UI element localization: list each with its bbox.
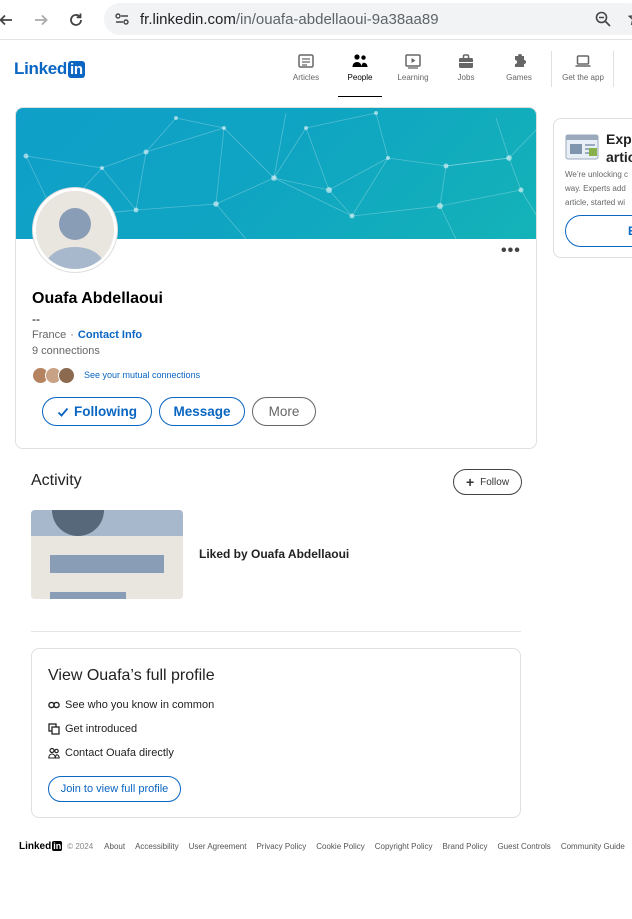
checkmark-icon — [57, 406, 69, 418]
zoom-icon[interactable] — [594, 10, 612, 33]
nav-learning[interactable]: Learning — [388, 53, 438, 89]
link-icon — [48, 699, 60, 711]
avatar[interactable] — [33, 188, 117, 272]
rail-title: Explo artic — [606, 130, 632, 166]
people-icon — [335, 53, 385, 71]
more-button[interactable]: More — [252, 397, 316, 426]
footer-link-community-guidelines[interactable]: Community Guide — [561, 842, 625, 851]
footer: Linked in © 2024 About Accessibility User… — [19, 839, 632, 853]
nav-games[interactable]: Games — [494, 53, 544, 89]
introduce-icon — [48, 723, 60, 735]
rail-description: We’re unlocking c way. Experts add artic… — [565, 168, 628, 210]
footer-link-copyright-policy[interactable]: Copyright Policy — [375, 842, 433, 851]
mutual-avatar-icon — [58, 366, 75, 384]
footer-logo-text: Linked — [19, 840, 52, 852]
rail-explore-button[interactable]: E — [565, 215, 632, 247]
following-button[interactable]: Following — [42, 397, 152, 426]
full-profile-item: Contact Ouafa directly — [48, 747, 174, 759]
nav-people-label: People — [347, 73, 373, 82]
full-profile-item-label: See who you know in common — [65, 699, 215, 711]
article-illustration-icon — [565, 134, 599, 165]
nav-jobs-label: Jobs — [457, 73, 475, 82]
following-label: Following — [74, 404, 137, 419]
nav-articles[interactable]: Articles — [281, 53, 331, 89]
forward-icon[interactable] — [29, 8, 53, 32]
explore-articles-card: Explo artic We’re unlocking c way. Exper… — [553, 118, 632, 258]
follow-button[interactable]: + Follow — [453, 469, 522, 495]
rail-title-line: artic — [606, 149, 632, 165]
activity-thumbnail[interactable] — [31, 510, 183, 599]
rail-title-line: Explo — [606, 131, 632, 147]
activity-liked-by[interactable]: Liked by Ouafa Abdellaoui — [199, 547, 349, 561]
nav-learning-label: Learning — [397, 73, 429, 82]
games-icon — [494, 53, 544, 71]
footer-link-about[interactable]: About — [104, 842, 125, 851]
full-profile-item-label: Get introduced — [65, 723, 138, 735]
linkedin-logo[interactable]: Linked in — [14, 59, 85, 79]
site-settings-icon[interactable] — [114, 11, 130, 32]
join-to-view-button[interactable]: Join to view full profile — [48, 776, 181, 802]
nav-people[interactable]: People — [335, 53, 385, 97]
footer-link-user-agreement[interactable]: User Agreement — [189, 842, 247, 851]
connections-count: 9 connections — [32, 345, 100, 357]
full-profile-item: Get introduced — [48, 723, 137, 735]
profile-headline: -- — [32, 312, 40, 326]
footer-link-privacy-policy[interactable]: Privacy Policy — [256, 842, 306, 851]
laptop-icon — [558, 53, 608, 71]
bookmark-icon[interactable] — [627, 10, 632, 33]
location-row: France · Contact Info — [32, 329, 142, 341]
separator-dot: · — [70, 329, 74, 341]
rail-text-line: way. Experts add — [565, 184, 626, 193]
profile-location: France — [32, 329, 67, 341]
footer-logo-in: in — [52, 841, 63, 851]
reload-icon[interactable] — [64, 8, 88, 32]
full-profile-item-label: Contact Ouafa directly — [65, 747, 174, 759]
jobs-icon — [441, 53, 491, 71]
plus-icon: + — [465, 474, 475, 490]
url-text: fr.linkedin.com/in/ouafa-abdellaoui-9a38… — [140, 11, 439, 28]
footer-copyright: © 2024 — [67, 841, 94, 851]
full-profile-title: View Ouafa’s full profile — [48, 667, 215, 684]
activity-title: Activity — [31, 472, 82, 489]
nav-divider — [613, 51, 614, 87]
profile-name: Ouafa Abdellaoui — [32, 290, 163, 307]
contact-info-link[interactable]: Contact Info — [78, 329, 142, 341]
url-host: fr.linkedin.com — [140, 11, 236, 28]
mutual-connections-row[interactable]: See your mutual connections — [32, 365, 200, 385]
nav-divider — [551, 51, 552, 87]
profile-card: ••• Ouafa Abdellaoui -- France · Contact I… — [15, 107, 537, 449]
address-bar[interactable]: fr.linkedin.com/in/ouafa-abdellaoui-9a38… — [104, 3, 632, 35]
footer-link-brand-policy[interactable]: Brand Policy — [443, 842, 488, 851]
nav-games-label: Games — [506, 73, 532, 82]
nav-jobs[interactable]: Jobs — [441, 53, 491, 89]
footer-link-guest-controls[interactable]: Guest Controls — [497, 842, 550, 851]
logo-text: Linked — [14, 59, 67, 78]
footer-link-cookie-policy[interactable]: Cookie Policy — [316, 842, 364, 851]
footer-link-accessibility[interactable]: Accessibility — [135, 842, 179, 851]
nav-get-app-label: Get the app — [562, 73, 604, 82]
message-button[interactable]: Message — [159, 397, 245, 426]
url-path: /in/ouafa-abdellaoui-9a38aa89 — [235, 11, 439, 28]
linkedin-header: Linked in Articles People Learning Jobs G… — [0, 41, 632, 97]
full-profile-card: View Ouafa’s full profile See who you kn… — [31, 648, 521, 818]
people-icon — [48, 747, 60, 759]
logo-in-box: in — [68, 60, 85, 78]
browser-toolbar: fr.linkedin.com/in/ouafa-abdellaoui-9a38… — [0, 0, 632, 40]
learning-icon — [388, 53, 438, 71]
footer-logo[interactable]: Linked in — [19, 840, 63, 852]
full-profile-item: See who you know in common — [48, 699, 214, 711]
more-options-icon[interactable]: ••• — [501, 243, 523, 260]
rail-text-line: We’re unlocking c — [565, 170, 628, 179]
divider — [31, 631, 521, 632]
back-icon[interactable] — [0, 8, 18, 32]
nav-articles-label: Articles — [292, 73, 320, 82]
rail-text-line: article, started wi — [565, 198, 626, 207]
articles-icon — [281, 53, 331, 71]
follow-label: Follow — [480, 476, 510, 488]
nav-get-app[interactable]: Get the app — [558, 53, 608, 89]
mutual-connections-link[interactable]: See your mutual connections — [84, 370, 200, 380]
